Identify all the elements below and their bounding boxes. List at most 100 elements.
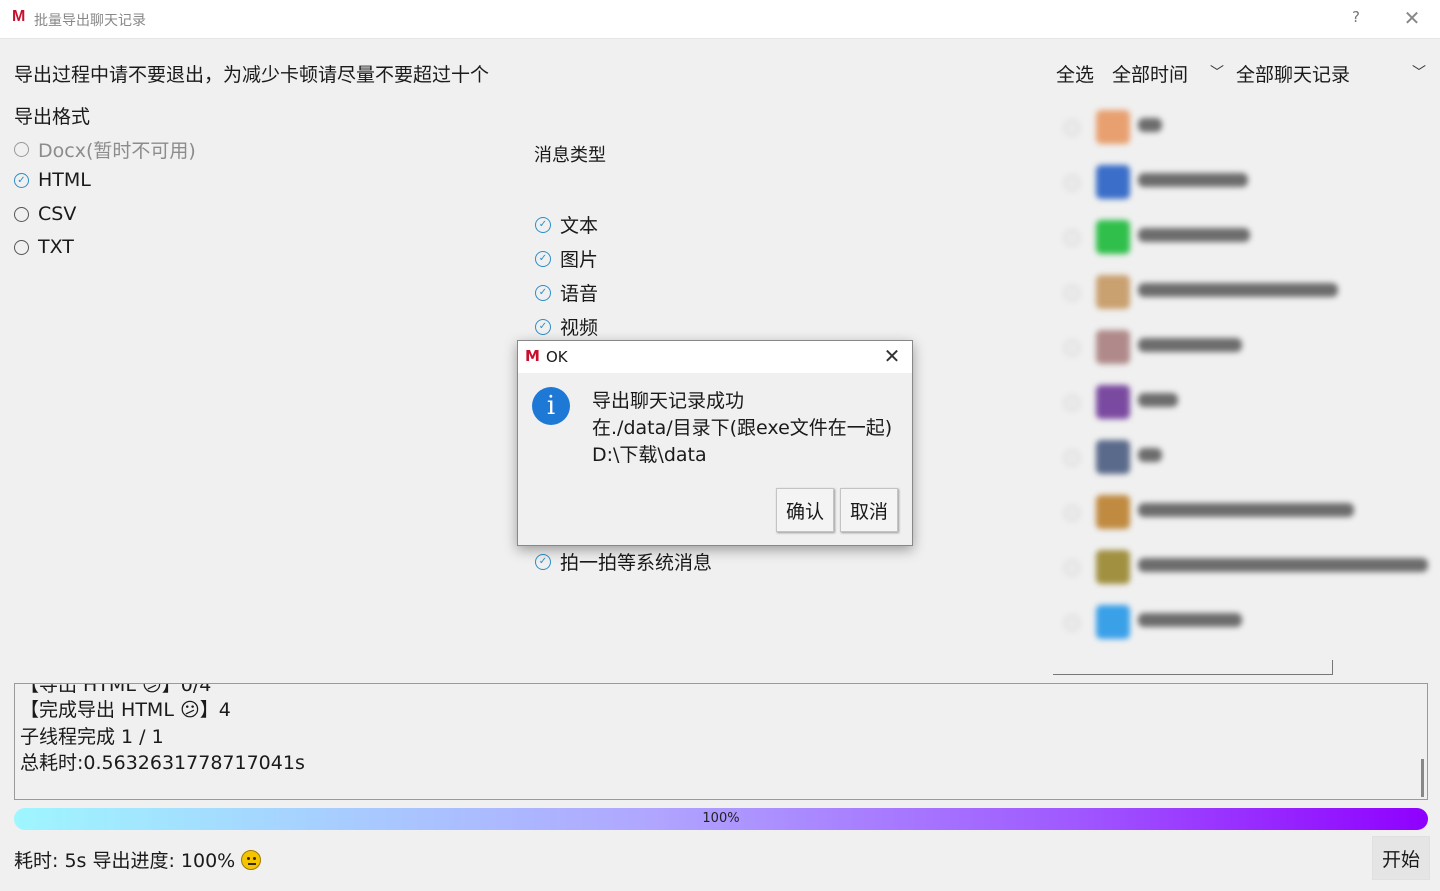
contact-checkbox[interactable] <box>1064 450 1080 466</box>
check-icon: ✓ <box>535 250 551 267</box>
contact-checkbox[interactable] <box>1064 505 1080 521</box>
avatar <box>1096 605 1130 639</box>
message-type-video[interactable]: ✓ 视频 <box>535 313 598 340</box>
contact-checkbox[interactable] <box>1064 615 1080 631</box>
dialog-title-bar: M OK ✕ <box>518 341 912 373</box>
contact-name <box>1138 393 1178 407</box>
check-icon: ✓ <box>535 216 551 233</box>
message-type-label: 拍一拍等系统消息 <box>560 552 713 574</box>
contact-checkbox[interactable] <box>1064 340 1080 356</box>
message-type-voice[interactable]: ✓ 语音 <box>535 279 598 306</box>
export-format-title: 导出格式 <box>14 106 91 128</box>
contact-name <box>1138 503 1354 517</box>
message-type-label: 语音 <box>560 283 599 305</box>
contact-checkbox[interactable] <box>1064 285 1080 301</box>
contact-name <box>1138 283 1338 297</box>
radio-icon <box>14 206 29 222</box>
title-bar: M 批量导出聊天记录 ? ✕ <box>0 0 1440 39</box>
avatar <box>1096 330 1130 364</box>
progress-bar: 100% <box>14 808 1428 830</box>
chat-filter-select[interactable]: 全部聊天记录 <box>1236 60 1350 87</box>
message-type-image[interactable]: ✓ 图片 <box>535 245 598 272</box>
contact-checkbox[interactable] <box>1064 175 1080 191</box>
format-option-txt[interactable]: TXT <box>14 236 74 258</box>
format-option-label: CSV <box>38 203 77 225</box>
avatar <box>1096 440 1130 474</box>
progress-text: 100% <box>702 811 740 826</box>
format-option-label: TXT <box>38 236 74 258</box>
radio-icon <box>14 239 29 255</box>
confirm-button[interactable]: 确认 <box>776 488 834 532</box>
contact-item[interactable] <box>1052 326 1426 370</box>
format-option-label: HTML <box>38 169 91 191</box>
log-line: 总耗时:0.5632631778717041s <box>20 752 305 774</box>
footer-status: 耗时: 5s 导出进度: 100% <box>14 846 262 873</box>
format-option-html[interactable]: ✓ HTML <box>14 169 91 191</box>
contact-item[interactable] <box>1052 216 1426 260</box>
avatar <box>1096 220 1130 254</box>
contact-item[interactable] <box>1052 436 1426 480</box>
format-option-label: Docx(暂时不可用) <box>38 140 196 162</box>
app-logo: M <box>12 8 26 25</box>
contact-item[interactable] <box>1052 106 1426 150</box>
export-notice: 导出过程中请不要退出，为减少卡顿请尽量不要超过十个 <box>14 64 490 86</box>
contact-name <box>1138 173 1248 187</box>
message-type-label: 文本 <box>560 215 599 237</box>
contact-checkbox[interactable] <box>1064 560 1080 576</box>
avatar <box>1096 550 1130 584</box>
avatar <box>1096 495 1130 529</box>
contact-name <box>1138 118 1162 132</box>
contact-checkbox[interactable] <box>1064 395 1080 411</box>
dialog-close-button[interactable]: ✕ <box>882 344 902 368</box>
message-type-label: 视频 <box>560 317 599 339</box>
close-button[interactable]: ✕ <box>1402 6 1422 30</box>
message-type-text[interactable]: ✓ 文本 <box>535 211 598 238</box>
log-scrollbar[interactable] <box>1421 759 1424 797</box>
window-title: 批量导出聊天记录 <box>34 13 146 29</box>
contact-name <box>1138 613 1242 627</box>
contact-item[interactable] <box>1052 161 1426 205</box>
help-button[interactable]: ? <box>1346 8 1366 26</box>
contact-item[interactable] <box>1052 491 1426 535</box>
log-line: 子线程完成 1 / 1 <box>20 726 164 748</box>
contact-list[interactable] <box>1052 96 1428 666</box>
time-filter-select[interactable]: 全部时间 <box>1112 60 1188 87</box>
info-icon: i <box>532 387 570 425</box>
avatar <box>1096 165 1130 199</box>
thinking-face-icon <box>241 849 262 870</box>
contact-item[interactable] <box>1052 601 1426 645</box>
dialog-title: OK <box>546 348 568 366</box>
chevron-down-icon[interactable]: ﹀ <box>1210 62 1224 82</box>
check-icon: ✓ <box>535 318 551 335</box>
contact-name <box>1138 558 1428 572</box>
cancel-button[interactable]: 取消 <box>840 488 898 532</box>
message-type-system[interactable]: ✓ 拍一拍等系统消息 <box>535 548 712 575</box>
contact-checkbox[interactable] <box>1064 120 1080 136</box>
select-all-button[interactable]: 全选 <box>1056 60 1094 87</box>
format-option-docx[interactable]: Docx(暂时不可用) <box>14 136 196 163</box>
contact-list-border <box>1053 660 1333 675</box>
chevron-down-icon[interactable]: ﹀ <box>1412 62 1426 82</box>
avatar <box>1096 385 1130 419</box>
success-dialog: M OK ✕ i 导出聊天记录成功 在./data/目录下(跟exe文件在一起)… <box>517 340 913 546</box>
format-option-csv[interactable]: CSV <box>14 203 76 225</box>
avatar <box>1096 275 1130 309</box>
dialog-logo: M <box>525 347 540 365</box>
contact-name <box>1138 228 1250 242</box>
contact-item[interactable] <box>1052 546 1428 590</box>
contact-item[interactable] <box>1052 381 1426 425</box>
message-type-label: 图片 <box>560 249 599 271</box>
log-output[interactable]: 【导出 HTML 😕】0/4 【完成导出 HTML 😕】4 子线程完成 1 / … <box>14 683 1428 800</box>
contact-item[interactable] <box>1052 271 1426 315</box>
start-button[interactable]: 开始 <box>1372 836 1430 880</box>
radio-checked-icon: ✓ <box>14 172 29 188</box>
avatar <box>1096 110 1130 144</box>
dialog-message: 在./data/目录下(跟exe文件在一起) <box>592 417 893 439</box>
check-icon: ✓ <box>535 284 551 301</box>
radio-icon <box>14 142 29 157</box>
footer-status-text: 耗时: 5s 导出进度: 100% <box>14 850 236 872</box>
check-icon: ✓ <box>535 553 551 570</box>
dialog-message: 导出聊天记录成功 <box>592 390 745 412</box>
contact-checkbox[interactable] <box>1064 230 1080 246</box>
dialog-message: D:\下载\data <box>592 444 707 466</box>
